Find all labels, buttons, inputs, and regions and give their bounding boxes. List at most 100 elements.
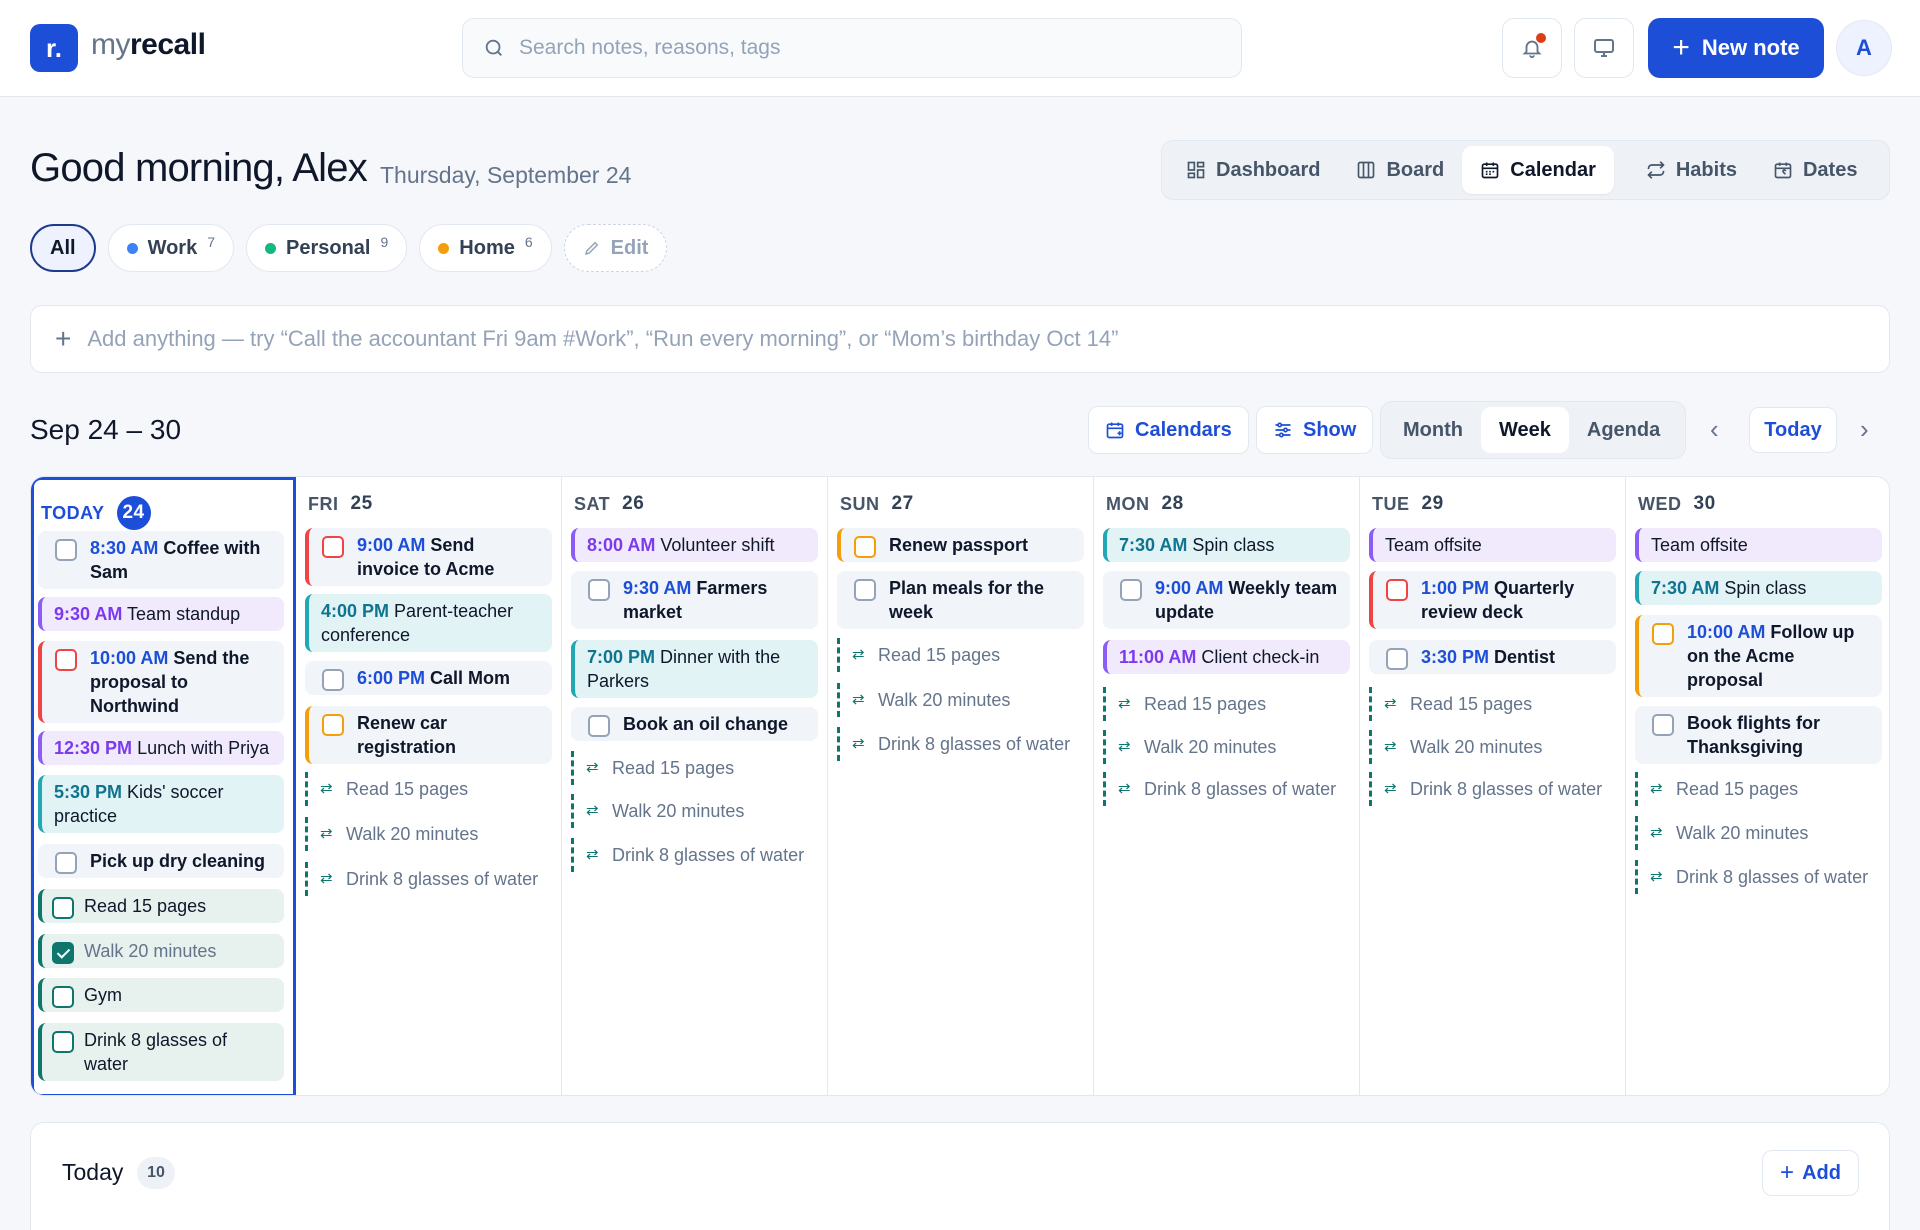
habit-item[interactable]: Read 15 pages (38, 889, 284, 923)
habit-item[interactable]: ⇄ Walk 20 minutes (1369, 730, 1616, 764)
calendar-task[interactable]: Pick up dry cleaning (38, 844, 284, 878)
day-header: TODAY 24 (41, 496, 151, 530)
calendar-event[interactable]: Team offsite (1369, 528, 1616, 562)
habit-item[interactable]: ⇄ Read 15 pages (837, 638, 1084, 672)
habit-item[interactable]: ⇄ Drink 8 glasses of water (1103, 772, 1350, 806)
task-checkbox[interactable] (588, 715, 610, 737)
task-checkbox[interactable] (1386, 579, 1408, 601)
repeat-icon: ⇄ (1650, 824, 1663, 841)
calendars-button[interactable]: Calendars (1088, 406, 1249, 454)
display-button[interactable] (1574, 18, 1634, 78)
calendar-event[interactable]: 7:00 PM Dinner with the Parkers (571, 640, 818, 698)
today-button[interactable]: Today (1749, 407, 1837, 453)
calendar-task[interactable]: 10:00 AM Follow up on the Acme proposal (1635, 615, 1882, 697)
tab-dashboard[interactable]: Dashboard (1168, 146, 1338, 194)
task-checkbox[interactable] (1120, 579, 1142, 601)
add-button[interactable]: + Add (1762, 1150, 1859, 1196)
calendar-task[interactable]: 3:30 PM Dentist (1369, 640, 1616, 674)
calendar-task[interactable]: 8:30 AM Coffee with Sam (38, 531, 284, 589)
habit-item[interactable]: ⇄ Drink 8 glasses of water (305, 862, 552, 896)
calendar-task[interactable]: 9:30 AM Farmers market (571, 571, 818, 629)
calendar-event[interactable]: 8:00 AM Volunteer shift (571, 528, 818, 562)
calendar-task[interactable]: Book flights for Thanksgiving (1635, 706, 1882, 764)
repeat-icon: ⇄ (320, 870, 333, 887)
task-checkbox[interactable] (55, 539, 77, 561)
habit-item[interactable]: ⇄ Read 15 pages (571, 751, 818, 785)
mode-week[interactable]: Week (1480, 407, 1569, 453)
calendar-task[interactable]: 9:00 AM Weekly team update (1103, 571, 1350, 629)
day-header: TUE 29 (1372, 493, 1444, 514)
task-checkbox[interactable] (322, 714, 344, 736)
notifications-button[interactable] (1502, 18, 1562, 78)
habit-item[interactable]: ⇄ Read 15 pages (1103, 687, 1350, 721)
habit-item[interactable]: ⇄ Walk 20 minutes (1103, 730, 1350, 764)
calendar-task[interactable]: Plan meals for the week (837, 571, 1084, 629)
task-checkbox[interactable] (1386, 648, 1408, 670)
new-note-button[interactable]: + New note (1648, 18, 1824, 78)
filter-all[interactable]: All (30, 224, 96, 272)
calendar-event[interactable]: Team offsite (1635, 528, 1882, 562)
task-checkbox[interactable] (1652, 623, 1674, 645)
quick-add-bar[interactable]: + Add anything — try “Call the accountan… (30, 305, 1890, 373)
habit-checkbox[interactable] (52, 897, 74, 919)
chevron-left-icon[interactable]: ‹ (1710, 414, 1719, 445)
task-checkbox[interactable] (854, 579, 876, 601)
day-column: SAT 26 8:00 AM Volunteer shift 9:30 AM Fa… (562, 477, 828, 1095)
app-logo[interactable]: r. (30, 24, 78, 72)
habit-item[interactable]: ⇄ Drink 8 glasses of water (837, 727, 1084, 761)
calendar-event[interactable]: 9:30 AM Team standup (38, 597, 284, 631)
search-input[interactable] (519, 36, 1199, 60)
mode-agenda[interactable]: Agenda (1569, 407, 1678, 453)
calendar-event[interactable]: 5:30 PM Kids' soccer practice (38, 775, 284, 833)
habit-checkbox[interactable] (52, 986, 74, 1008)
show-button[interactable]: Show (1256, 406, 1374, 454)
task-checkbox[interactable] (322, 536, 344, 558)
calendar-task[interactable]: Renew passport (837, 528, 1084, 562)
calendar-event[interactable]: 11:00 AM Client check-in (1103, 640, 1350, 674)
habit-item[interactable]: ⇄ Walk 20 minutes (571, 794, 818, 828)
search-bar[interactable] (462, 18, 1242, 78)
tab-dates[interactable]: Dates (1755, 146, 1875, 194)
habit-item[interactable]: Drink 8 glasses of water (38, 1023, 284, 1081)
tab-habits[interactable]: Habits (1628, 146, 1755, 194)
task-checkbox[interactable] (588, 579, 610, 601)
edit-filters-button[interactable]: Edit (563, 224, 668, 272)
task-checkbox[interactable] (854, 536, 876, 558)
habit-item[interactable]: Walk 20 minutes (38, 934, 284, 968)
calendar-task[interactable]: 10:00 AM Send the proposal to Northwind (38, 641, 284, 723)
habit-item[interactable]: ⇄ Walk 20 minutes (305, 817, 552, 851)
tab-board[interactable]: Board (1338, 146, 1462, 194)
filter-work[interactable]: Work 7 (107, 224, 234, 272)
task-checkbox[interactable] (322, 669, 344, 691)
habit-checkbox[interactable] (52, 1031, 74, 1053)
calendar-task[interactable]: 9:00 AM Send invoice to Acme (305, 528, 552, 586)
calendar-event[interactable]: 7:30 AM Spin class (1635, 571, 1882, 605)
habit-item[interactable]: ⇄ Walk 20 minutes (1635, 816, 1882, 850)
task-checkbox[interactable] (1652, 714, 1674, 736)
tab-calendar[interactable]: Calendar (1462, 146, 1614, 194)
calendar-event[interactable]: 7:30 AM Spin class (1103, 528, 1350, 562)
filter-home[interactable]: Home 6 (419, 224, 552, 272)
calendar-task[interactable]: Renew car registration (305, 706, 552, 764)
habit-item[interactable]: ⇄ Read 15 pages (1369, 687, 1616, 721)
task-checkbox[interactable] (55, 852, 77, 874)
calendar-task[interactable]: Book an oil change (571, 707, 818, 741)
habit-item[interactable]: Gym (38, 978, 284, 1012)
habit-item[interactable]: ⇄ Drink 8 glasses of water (1369, 772, 1616, 806)
date-range: Sep 24 – 30 (30, 414, 182, 445)
task-checkbox[interactable] (55, 649, 77, 671)
habit-checkbox-checked[interactable] (52, 942, 74, 964)
calendar-task[interactable]: 1:00 PM Quarterly review deck (1369, 571, 1616, 629)
habit-item[interactable]: ⇄ Drink 8 glasses of water (571, 838, 818, 872)
habit-item[interactable]: ⇄ Read 15 pages (305, 772, 552, 806)
habit-item[interactable]: ⇄ Drink 8 glasses of water (1635, 860, 1882, 894)
avatar[interactable]: A (1836, 20, 1892, 76)
chevron-right-icon[interactable]: › (1860, 414, 1869, 445)
habit-item[interactable]: ⇄ Walk 20 minutes (837, 683, 1084, 717)
filter-personal[interactable]: Personal 9 (246, 224, 408, 272)
calendar-event[interactable]: 12:30 PM Lunch with Priya (38, 731, 284, 765)
habit-item[interactable]: ⇄ Read 15 pages (1635, 772, 1882, 806)
calendar-event[interactable]: 4:00 PM Parent-teacher conference (305, 594, 552, 652)
calendar-task[interactable]: 6:00 PM Call Mom (305, 661, 552, 695)
mode-month[interactable]: Month (1385, 407, 1481, 453)
